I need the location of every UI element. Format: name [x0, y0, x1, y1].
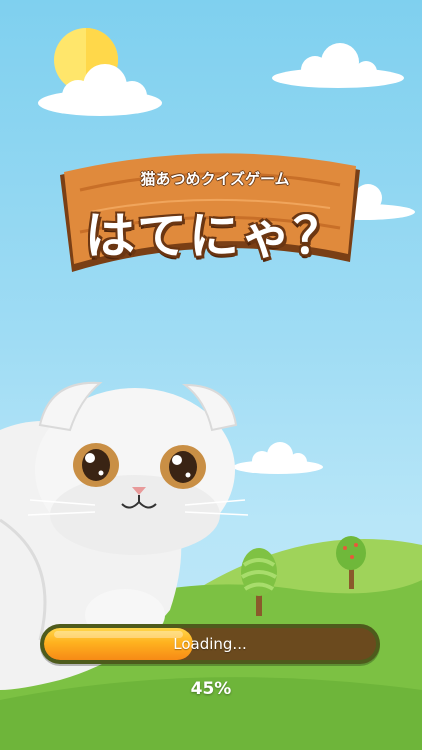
game-logo: はてにゃ？: [85, 207, 345, 265]
loading-label: Loading...: [173, 635, 247, 653]
loading-percent: 45%: [190, 679, 232, 699]
game-subtitle: 猫あつめクイズゲーム: [140, 170, 290, 188]
cloud-icon: [233, 442, 323, 474]
loading-bar: Loading...: [40, 624, 380, 664]
game-scene: 猫あつめクイズゲーム はてにゃ？ Loading... 45%: [0, 0, 422, 750]
cloud-icon: [272, 43, 404, 88]
loading-track: Loading...: [44, 628, 376, 660]
